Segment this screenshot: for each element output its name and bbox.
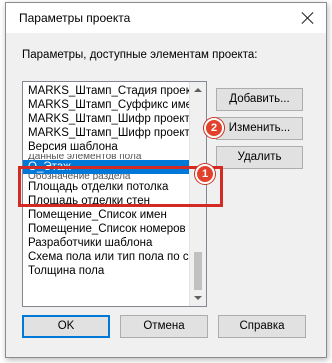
list-item[interactable]: MARKS_Штамп_Шифр проекта	[23, 126, 191, 140]
list-item[interactable]: MARKS_Штамп_Суффикс имени	[23, 98, 191, 112]
scroll-up-arrow-icon[interactable]	[194, 88, 202, 92]
list-item[interactable]: MARKS_Штамп_Шифр проекта	[23, 112, 191, 126]
cancel-button[interactable]: Отмена	[120, 315, 208, 338]
dialog-title: Параметры проекта	[19, 11, 131, 25]
list-item[interactable]: Схема пола или тип пола по сери	[23, 250, 191, 264]
scroll-down-arrow-icon[interactable]	[194, 296, 202, 300]
scroll-thumb[interactable]	[194, 252, 202, 290]
list-item[interactable]: MARKS_Штамп_Стадия проект	[23, 84, 191, 98]
project-parameters-dialog: Параметры проекта Параметры, доступные э…	[5, 2, 327, 358]
close-icon[interactable]	[300, 10, 316, 26]
modify-button[interactable]: Изменить...	[216, 117, 303, 140]
help-button[interactable]: Справка	[218, 315, 306, 338]
list-item[interactable]: Толщина пола	[23, 264, 191, 278]
list-item[interactable]: Помещение_Список имен	[23, 208, 191, 222]
list-item[interactable]: Версия шаблона	[23, 140, 191, 154]
selection-highlight-frame	[18, 166, 223, 207]
ok-button[interactable]: OK	[22, 315, 110, 338]
parameters-label: Параметры, доступные элементам проекта:	[22, 49, 258, 61]
list-item[interactable]: Помещение_Список номеров	[23, 222, 191, 236]
add-button[interactable]: Добавить...	[216, 88, 303, 111]
list-item[interactable]: Разработчики шаблона	[23, 236, 191, 250]
title-bar[interactable]: Параметры проекта	[6, 3, 326, 33]
step-2-badge: 2	[204, 118, 224, 138]
delete-button[interactable]: Удалить	[216, 146, 303, 169]
step-1-badge: 1	[195, 164, 215, 184]
